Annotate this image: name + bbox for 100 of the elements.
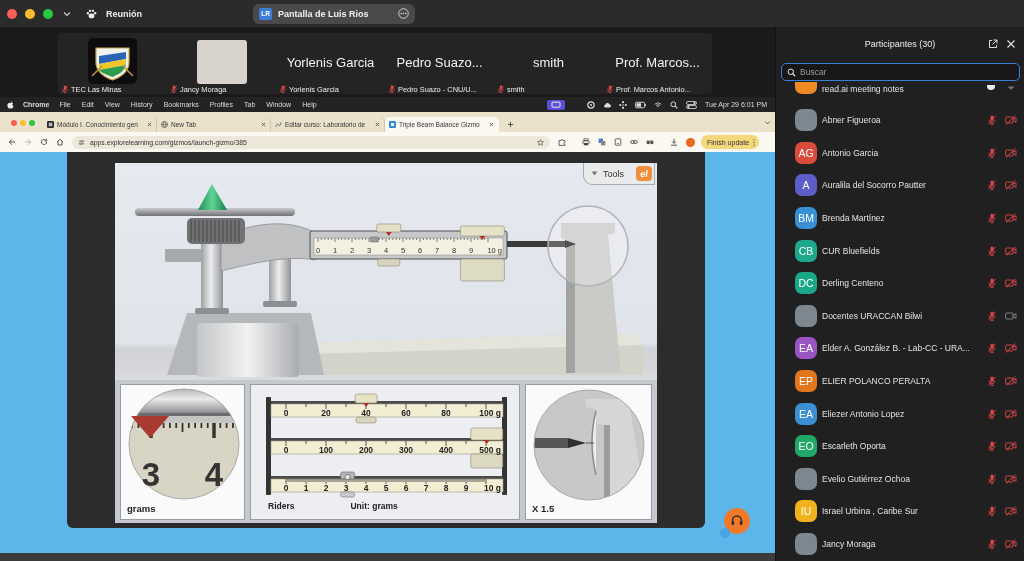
photo-placeholder	[795, 109, 817, 132]
video-off-icon[interactable]	[1005, 506, 1017, 517]
avatar-icon[interactable]	[686, 137, 695, 147]
back-icon[interactable]	[8, 138, 16, 146]
initials-avatar: IU	[795, 500, 817, 523]
video-off-icon[interactable]	[1005, 180, 1017, 191]
participant-name: Prof. Marcos...	[615, 55, 700, 71]
participant-name: ELIER POLANCO PERALTA	[822, 376, 931, 387]
mic-muted-icon[interactable]	[987, 343, 997, 354]
translate-icon[interactable]	[598, 138, 606, 146]
video-off-icon[interactable]	[1005, 343, 1017, 354]
cone-object[interactable]	[198, 184, 227, 210]
star-icon[interactable]	[537, 138, 544, 146]
mic-muted-icon[interactable]	[987, 441, 997, 452]
puzzle-icon[interactable]	[558, 138, 566, 146]
apple-icon[interactable]	[7, 100, 14, 109]
scale-label: 0	[283, 407, 289, 418]
glasses-icon[interactable]	[646, 138, 654, 146]
mic-muted-icon[interactable]	[987, 245, 997, 256]
video-off-icon[interactable]	[1005, 441, 1017, 452]
close-window-icon[interactable]	[11, 120, 17, 126]
initials-avatar: EO	[795, 435, 817, 458]
page-icon	[275, 121, 282, 128]
chevron-down-icon[interactable]	[63, 9, 71, 18]
video-off-icon[interactable]	[1005, 115, 1017, 126]
scale-label: 200	[358, 444, 374, 455]
close-window-icon[interactable]	[7, 8, 17, 19]
video-off-icon[interactable]	[1005, 376, 1017, 387]
mic-muted-icon[interactable]	[987, 408, 997, 419]
site-settings-icon[interactable]	[78, 138, 85, 146]
scale-label: 100	[318, 444, 334, 455]
initials-avatar: CB	[795, 239, 817, 262]
download-icon[interactable]	[670, 138, 678, 146]
mic-muted-icon[interactable]	[987, 310, 997, 321]
scale-label: 100 g	[479, 407, 501, 418]
plus-icon[interactable]	[507, 121, 514, 128]
participant-name: Auralila del Socorro Pautter	[822, 180, 926, 191]
initials-avatar: EP	[795, 370, 817, 393]
more-icon[interactable]	[398, 8, 409, 19]
home-icon[interactable]	[56, 138, 64, 146]
video-off-icon[interactable]	[1005, 147, 1017, 158]
unit-label: grams	[126, 503, 157, 514]
caret-icon	[591, 171, 598, 176]
wifi-icon[interactable]	[654, 100, 662, 109]
link-icon[interactable]	[630, 138, 638, 146]
cloud-icon[interactable]	[603, 100, 611, 109]
scale-label: 20	[321, 407, 331, 418]
riders-label: Riders	[268, 501, 295, 511]
video-icon[interactable]	[1005, 310, 1017, 321]
window-title: Reunión	[106, 8, 142, 19]
video-off-icon[interactable]	[1005, 408, 1017, 419]
video-off-icon[interactable]	[1005, 473, 1017, 484]
maximize-icon[interactable]	[43, 8, 53, 19]
mic-muted-icon[interactable]	[987, 539, 997, 549]
mic-muted-icon[interactable]	[987, 506, 997, 517]
shield-icon	[88, 38, 137, 84]
tablet-icon[interactable]	[614, 138, 622, 146]
video-off-icon[interactable]	[1005, 213, 1017, 224]
display-icon[interactable]	[547, 99, 565, 110]
video-off-icon[interactable]	[1005, 539, 1017, 549]
tools-button[interactable]: Tools	[584, 168, 628, 179]
support-button[interactable]	[724, 508, 750, 534]
rider[interactable]	[354, 393, 378, 424]
rider[interactable]	[340, 471, 355, 498]
minimize-icon[interactable]	[25, 8, 35, 19]
scale-label: 5	[383, 482, 389, 493]
scale-label: 4	[363, 482, 369, 493]
circle-icon[interactable]	[587, 100, 595, 109]
reload-icon[interactable]	[40, 138, 48, 146]
initials-avatar: A	[795, 174, 817, 197]
triangle-icon	[1007, 85, 1015, 90]
initials-avatar: EA	[795, 402, 817, 425]
rider[interactable]	[470, 427, 504, 469]
participant-name: CUR Bluefields	[822, 245, 880, 256]
photo-placeholder	[196, 40, 247, 84]
mic-muted-icon[interactable]	[987, 213, 997, 224]
participant-name: Yorlenis Garcia	[286, 55, 375, 71]
dot-icon	[720, 528, 730, 538]
photo-placeholder	[795, 304, 817, 327]
more-icon[interactable]	[753, 138, 756, 146]
chevron-down-icon[interactable]	[764, 119, 771, 126]
participant-name: smith	[532, 55, 565, 71]
mic-muted-icon[interactable]	[987, 115, 997, 126]
video-off-icon[interactable]	[1005, 245, 1017, 256]
video-off-icon[interactable]	[1005, 278, 1017, 289]
mic-muted-icon[interactable]	[987, 278, 997, 289]
mic-muted-icon[interactable]	[987, 180, 997, 191]
search-field[interactable]: Buscar	[781, 63, 1020, 81]
pop-out-icon[interactable]	[988, 39, 998, 49]
mic-muted-icon[interactable]	[987, 376, 997, 387]
close-icon[interactable]	[489, 122, 494, 127]
participant-name: Escarleth Oporta	[822, 441, 886, 452]
toggle-icon[interactable]	[686, 100, 697, 109]
mic-muted-icon[interactable]	[987, 147, 997, 158]
participant-name: Eliezer Antonio Lopez	[822, 408, 905, 419]
printer-icon[interactable]	[582, 138, 590, 146]
search-icon[interactable]	[670, 100, 678, 109]
move-icon[interactable]	[619, 100, 627, 109]
mic-muted-icon[interactable]	[987, 473, 997, 484]
scale-label: 400	[438, 444, 454, 455]
